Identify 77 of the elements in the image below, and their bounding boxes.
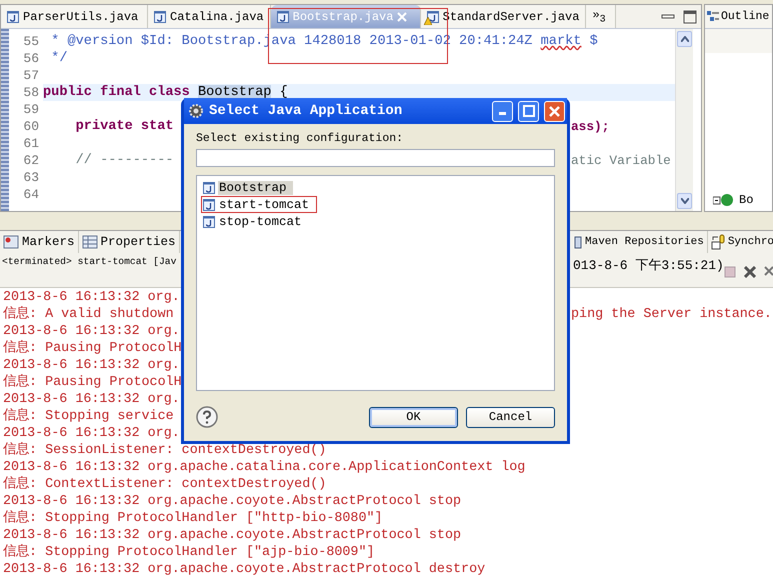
tab-overflow[interactable]: »$_{3}$ <box>586 5 616 28</box>
console-line: 2013-8-6 16:13:32 org. <box>2 391 180 408</box>
repository-icon <box>574 234 582 250</box>
scroll-down-icon[interactable] <box>680 198 688 204</box>
console-line: 2013-8-6 16:13:32 org.apache.catalina.core.ApplicationContext log <box>2 459 526 476</box>
code-text: private stat <box>74 119 174 134</box>
close-icon <box>549 106 560 116</box>
console-line: 2013-8-6 16:13:32 org.apache.coyote.AbstractProtocol destroy <box>2 561 486 578</box>
console-status: 013-8-6 下午3:55:21) <box>572 257 724 275</box>
console-line: 2013-8-6 16:13:32 org.apache.coyote.AbstractProtocol stop <box>2 527 462 544</box>
console-line: 信息: ContextListener: contextDestroyed() <box>2 476 326 493</box>
scroll-up-icon[interactable] <box>680 36 688 42</box>
warning-icon <box>424 16 432 24</box>
line-number: 62 <box>22 152 40 169</box>
remove-all-icon[interactable] <box>764 266 773 278</box>
java-file-icon <box>426 10 439 22</box>
console-line: 2013-8-6 16:13:32 org. <box>2 289 180 306</box>
filter-field[interactable] <box>196 149 555 167</box>
code-text: */ <box>50 51 68 66</box>
console-line: 信息: A valid shutdown <box>2 306 174 323</box>
sync-icon <box>710 234 725 250</box>
line-number: 57 <box>22 67 40 84</box>
console-line: ping the Server instance. <box>571 306 772 323</box>
console-line: 2013-8-6 16:13:32 org. <box>2 323 180 340</box>
outline-tab[interactable]: Outline <box>705 5 772 29</box>
outline-item[interactable]: Bo <box>739 193 754 207</box>
line-number: 60 <box>22 118 40 135</box>
minimize-button[interactable] <box>492 100 513 122</box>
java-file-icon <box>7 10 19 22</box>
code-text: // --------- <box>74 153 174 168</box>
code-text: atic Variable <box>571 152 671 169</box>
console-line: 2013-8-6 16:13:32 org. <box>2 357 180 374</box>
maximize-icon[interactable] <box>683 10 697 24</box>
code-text: $ <box>588 34 598 49</box>
console-line: 信息: SessionListener: contextDestroyed() <box>2 442 326 459</box>
dialog-button[interactable]: Cancel <box>466 406 555 428</box>
maximize-icon <box>522 105 534 117</box>
console-line: 2013-8-6 16:13:32 org. <box>2 425 180 442</box>
help-icon[interactable] <box>196 406 218 428</box>
console-line: 信息: Stopping ProtocolHandler ["ajp-bio-8009"] <box>2 544 375 561</box>
java-file-icon <box>203 182 215 194</box>
configuration-item[interactable]: start-tomcat <box>203 196 320 213</box>
java-file-icon <box>203 216 215 228</box>
console-status: <terminated> start-tomcat [Jav <box>1 256 176 269</box>
table-icon <box>82 234 98 250</box>
dialog-button[interactable]: OK <box>369 406 458 428</box>
line-number: 61 <box>22 135 40 152</box>
console-line: 信息: Stopping ProtocolHandler ["http-bio-8080"] <box>2 510 383 527</box>
close-button[interactable] <box>544 100 565 122</box>
outline-icon <box>707 10 719 22</box>
configuration-item[interactable]: stop-tomcat <box>203 213 312 230</box>
editor-tab[interactable]: ParserUtils.java <box>1 5 148 28</box>
line-number: 59 <box>22 101 40 118</box>
maximize-button[interactable] <box>518 100 539 122</box>
line-number: 63 <box>22 169 40 186</box>
java-file-icon <box>203 198 215 210</box>
line-number: 56 <box>22 50 40 67</box>
java-file-icon <box>276 10 289 22</box>
console-line: 2013-8-6 16:13:32 org.apache.coyote.AbstractProtocol stop <box>2 493 462 510</box>
line-number: 58 <box>22 84 40 101</box>
code-text: markt <box>540 34 582 49</box>
dialog-title: Select Java Application <box>209 103 402 119</box>
scrollbar[interactable] <box>675 29 693 211</box>
editor-tab[interactable]: Catalina.java <box>148 5 271 28</box>
markers-icon <box>3 234 19 250</box>
line-number: 55 <box>22 33 40 50</box>
code-text: ass); <box>571 118 610 135</box>
code-text: { <box>278 85 288 100</box>
java-file-icon <box>154 10 166 22</box>
console-line: 信息: Stopping service <box>2 408 174 425</box>
code-text: public final class <box>43 85 191 100</box>
gear-icon <box>188 103 204 119</box>
remove-icon[interactable] <box>744 266 756 278</box>
console-line: 信息: Pausing ProtocolH <box>2 374 182 391</box>
line-number: 64 <box>22 186 40 203</box>
field-label: Select existing configuration: <box>196 132 404 145</box>
console-line: 信息: Pausing ProtocolH <box>2 340 182 357</box>
